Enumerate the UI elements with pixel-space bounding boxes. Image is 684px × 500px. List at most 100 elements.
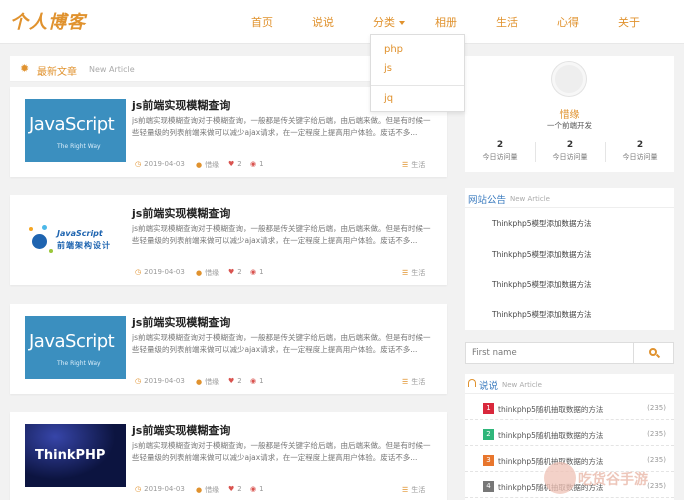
ranking-item[interactable]: 1 thinkphp5随机抽取数据的方法 (235) <box>465 398 674 420</box>
sun-icon: ✹ <box>20 62 30 75</box>
article-title[interactable]: js前端实现模糊查询 <box>132 422 230 438</box>
clock-icon: ◷ <box>135 160 142 168</box>
article-views: 1 <box>259 485 264 493</box>
stat-label: 今日访问量 <box>622 153 658 161</box>
nav-item-talk[interactable]: 说说 <box>312 14 334 30</box>
talk-subtitle: New Article <box>502 381 542 389</box>
nav-item-category-label: 分类 <box>373 16 395 29</box>
article-meta: ◷ 2019-04-03 ● 惜缘 ♥ 2 ◉ 1 ☰ 生活 <box>10 268 447 280</box>
thumbnail-subtitle: The Right Way <box>57 143 101 150</box>
article-thumbnail[interactable]: JavaScript 前端架构设计 <box>25 207 126 270</box>
article-category[interactable]: 生活 <box>411 269 425 277</box>
heart-icon[interactable]: ♥ <box>228 377 234 385</box>
logo-dot <box>49 249 53 253</box>
talk-header: 说说 New Article <box>465 374 674 394</box>
eye-icon: ◉ <box>250 377 257 385</box>
talk-title: 说说 <box>479 381 499 392</box>
ranking-title: thinkphp5随机抽取数据的方法 <box>498 431 604 440</box>
search-button[interactable] <box>633 343 673 363</box>
avatar[interactable] <box>552 62 586 96</box>
nav-item-album[interactable]: 相册 <box>435 14 457 30</box>
article-likes: 2 <box>237 268 242 276</box>
heart-icon[interactable]: ♥ <box>228 268 234 276</box>
nav-item-category[interactable]: 分类 <box>373 14 405 30</box>
dropdown-item-jq[interactable]: jq <box>384 93 393 104</box>
article-excerpt: js前端实现模糊查询对于模糊查询，一般都是传关键字给后端，由后端来做。但是有时候… <box>132 116 431 137</box>
notice-item[interactable]: Thinkphp5模型添加数据方法 <box>492 249 592 260</box>
article-thumbnail[interactable]: JavaScript The Right Way <box>25 316 126 379</box>
notice-item[interactable]: Thinkphp5模型添加数据方法 <box>492 309 592 320</box>
ranking-item[interactable]: 2 thinkphp5随机抽取数据的方法 (235) <box>465 424 674 446</box>
rank-badge: 4 <box>483 481 494 492</box>
article-date: 2019-04-03 <box>144 485 185 493</box>
heart-icon[interactable]: ♥ <box>228 160 234 168</box>
article-likes: 2 <box>237 485 242 493</box>
clock-icon: ◷ <box>135 377 142 385</box>
list-icon: ☰ <box>402 378 409 386</box>
nav-item-about[interactable]: 关于 <box>618 14 640 30</box>
nav-item-notes[interactable]: 心得 <box>557 14 579 30</box>
dropdown-item-js[interactable]: js <box>384 63 392 74</box>
article-date: 2019-04-03 <box>144 268 185 276</box>
article-excerpt: js前端实现模糊查询对于模糊查询，一般都是传关键字给后端，由后端来做。但是有时候… <box>132 333 431 354</box>
ranking-item[interactable]: 3 thinkphp5随机抽取数据的方法 (235) <box>465 450 674 472</box>
article-title[interactable]: js前端实现模糊查询 <box>132 205 230 221</box>
article-date: 2019-04-03 <box>144 377 185 385</box>
article-meta: ◷ 2019-04-03 ● 惜缘 ♥ 2 ◉ 1 ☰ 生活 <box>10 377 447 389</box>
article-excerpt: js前端实现模糊查询对于模糊查询，一般都是传关键字给后端，由后端来做。但是有时候… <box>132 224 431 245</box>
profile-stats: 2 今日访问量 2 今日访问量 2 今日访问量 <box>465 140 674 166</box>
user-icon: ● <box>196 486 203 494</box>
notice-item[interactable]: Thinkphp5模型添加数据方法 <box>492 279 592 290</box>
ranking-item[interactable]: 4 thinkphp5随机抽取数据的方法 (235) <box>465 476 674 498</box>
top-header: 个人博客 首页 说说 分类 相册 生活 心得 关于 <box>0 0 684 44</box>
stat-label: 今日访问量 <box>552 153 588 161</box>
rank-badge: 3 <box>483 455 494 466</box>
stat-item: 2 今日访问量 <box>535 140 605 162</box>
heart-icon[interactable]: ♥ <box>228 485 234 493</box>
article-thumbnail[interactable]: ThinkPHP <box>25 424 126 487</box>
article-title[interactable]: js前端实现模糊查询 <box>132 97 230 113</box>
thumbnail-title: ThinkPHP <box>35 448 106 463</box>
user-icon: ● <box>196 378 203 386</box>
thumbnail-title: JavaScript <box>29 114 115 135</box>
stat-value: 2 <box>566 140 574 150</box>
article-author: 惜缘 <box>205 161 220 169</box>
profile-name[interactable]: 惜缘 <box>465 106 674 121</box>
search-icon-handle <box>655 353 661 359</box>
article-card[interactable]: JavaScript 前端架构设计 js前端实现模糊查询 js前端实现模糊查询对… <box>10 195 447 285</box>
page: 个人博客 首页 说说 分类 相册 生活 心得 关于 php js jq ✹ 最新… <box>0 0 684 500</box>
nav-item-life[interactable]: 生活 <box>496 14 518 30</box>
rank-badge: 1 <box>483 403 494 414</box>
ranking-title: thinkphp5随机抽取数据的方法 <box>498 457 604 466</box>
search-input[interactable] <box>466 343 634 363</box>
article-category[interactable]: 生活 <box>411 161 425 169</box>
stat-value: 2 <box>496 140 504 150</box>
article-views: 1 <box>259 160 264 168</box>
article-title[interactable]: js前端实现模糊查询 <box>132 314 230 330</box>
notice-item[interactable]: Thinkphp5模型添加数据方法 <box>492 218 592 229</box>
article-views: 1 <box>259 268 264 276</box>
article-author: 惜缘 <box>205 486 220 494</box>
dropdown-item-php[interactable]: php <box>384 44 403 55</box>
article-author: 惜缘 <box>205 378 220 386</box>
article-card[interactable]: JavaScript The Right Way js前端实现模糊查询 js前端… <box>10 304 447 394</box>
ranking-title: thinkphp5随机抽取数据的方法 <box>498 405 604 414</box>
article-author: 惜缘 <box>205 269 220 277</box>
thumbnail-title: JavaScript <box>57 229 103 238</box>
list-icon: ☰ <box>402 161 409 169</box>
article-meta: ◷ 2019-04-03 ● 惜缘 ♥ 2 ◉ 1 ☰ 生活 <box>10 160 447 172</box>
article-thumbnail[interactable]: JavaScript The Right Way <box>25 99 126 162</box>
article-category[interactable]: 生活 <box>411 378 425 386</box>
clock-icon: ◷ <box>135 268 142 276</box>
notice-header: 网站公告 New Article <box>465 188 674 208</box>
ranking-title: thinkphp5随机抽取数据的方法 <box>498 483 604 492</box>
logo-dot <box>42 225 47 230</box>
section-subtitle: New Article <box>89 65 135 74</box>
search-bar <box>465 342 674 364</box>
profile-tagline: 一个前端开发 <box>547 121 592 130</box>
stat-label: 今日访问量 <box>482 153 518 161</box>
article-category[interactable]: 生活 <box>411 486 425 494</box>
nav-item-home[interactable]: 首页 <box>251 14 273 30</box>
thumbnail-title: JavaScript <box>29 331 115 352</box>
article-card[interactable]: ThinkPHP js前端实现模糊查询 js前端实现模糊查询对于模糊查询，一般都… <box>10 412 447 500</box>
